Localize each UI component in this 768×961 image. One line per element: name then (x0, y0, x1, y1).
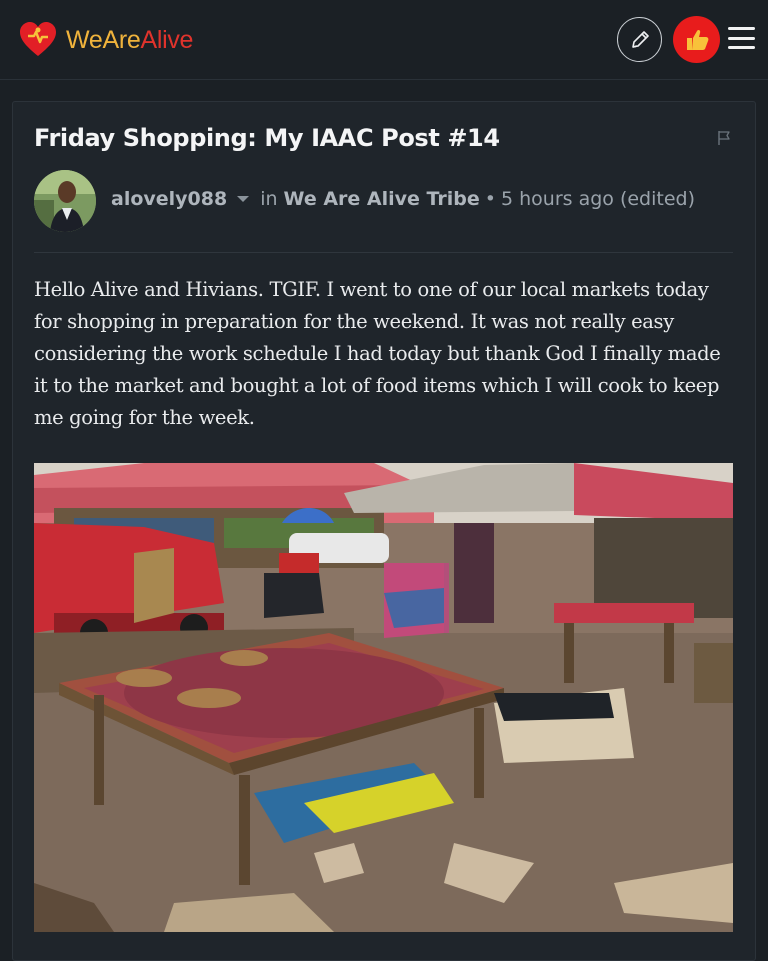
site-logo[interactable]: WeAreAlive (19, 22, 193, 58)
logo-text: WeAreAlive (66, 25, 194, 54)
post-timestamp[interactable]: 5 hours ago (edited) (501, 188, 695, 210)
post-image[interactable] (34, 463, 733, 932)
author-avatar-image (34, 170, 96, 232)
chevron-down-icon[interactable] (237, 196, 250, 202)
divider (34, 252, 733, 253)
pencil-icon (631, 30, 649, 48)
market-photo (34, 463, 733, 932)
heart-logo-icon (20, 22, 56, 56)
in-label: in (260, 188, 278, 210)
author-avatar[interactable] (34, 170, 96, 232)
author-name[interactable]: alovely088 (111, 188, 227, 210)
community-link[interactable]: We Are Alive Tribe (284, 188, 480, 210)
user-avatar-button[interactable] (673, 16, 720, 63)
post-title: Friday Shopping: My IAAC Post #14 (34, 124, 500, 152)
edit-button[interactable] (617, 17, 662, 62)
post-body: Hello Alive and Hivians. TGIF. I went to… (34, 278, 721, 429)
hamburger-menu-button[interactable] (728, 27, 755, 49)
meta-separator: • (484, 188, 496, 210)
post-meta: alovely088 in We Are Alive Tribe • 5 hou… (111, 188, 695, 210)
menu-line (728, 27, 755, 30)
flag-icon[interactable] (716, 130, 732, 146)
menu-line (728, 36, 755, 40)
menu-line (728, 46, 755, 49)
top-navigation-bar: WeAreAlive (0, 0, 768, 80)
thumbs-up-icon (686, 29, 708, 50)
